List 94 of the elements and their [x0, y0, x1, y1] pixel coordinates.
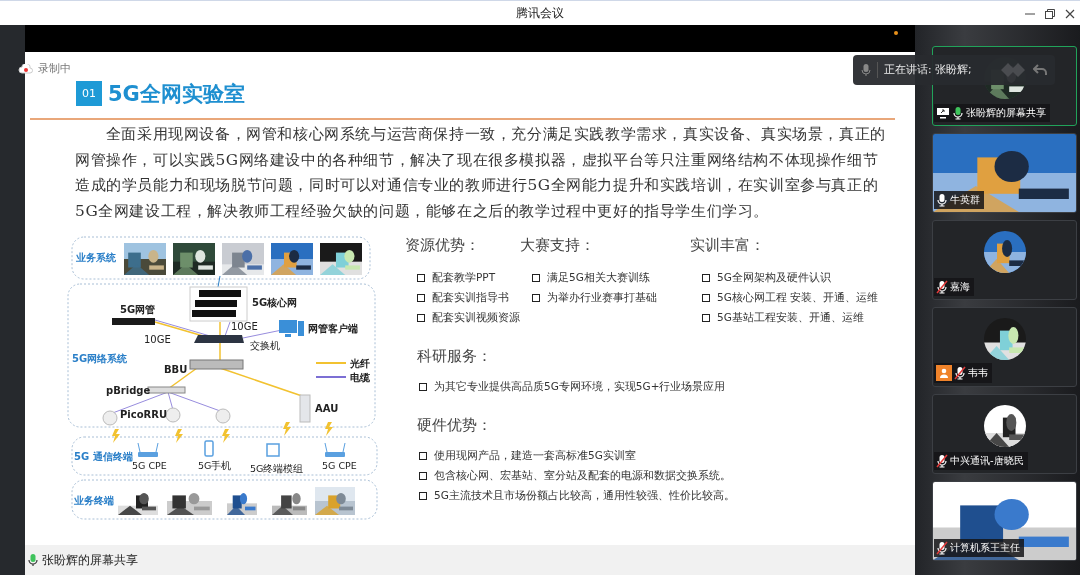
section-heading: 实训丰富：	[690, 236, 766, 256]
node-label: 5G网管	[120, 304, 156, 315]
node-label: 10GE	[144, 334, 171, 345]
fiber-line	[219, 321, 221, 337]
share-label: 张盼辉的屏幕共享	[42, 551, 138, 569]
feature-item: 为其它专业提供高品质5G专网环境，实现5G+行业场景应用	[434, 379, 726, 394]
node-label: 10GE	[231, 321, 258, 332]
back-arrow-icon[interactable]	[1033, 64, 1047, 76]
feature-item: 配套实训视频资源	[432, 310, 520, 325]
lightning-icon	[175, 429, 183, 443]
radio-unit-drawing	[215, 408, 231, 424]
section-heading: 大赛支持：	[520, 236, 596, 256]
video-tile[interactable]: 计算机系王主任	[932, 481, 1077, 561]
feature-item: 5G主流技术且市场份额占比较高，通用性较强、性价比较高。	[434, 488, 735, 503]
bullet-icon	[702, 313, 710, 322]
node-label: 5G核心网	[252, 297, 298, 308]
node-label: PicoRRU	[120, 409, 168, 420]
switch-drawing	[194, 335, 244, 343]
mic-icon	[27, 553, 39, 567]
participant-name: 牛英群	[950, 193, 980, 207]
section-heading: 硬件优势：	[417, 416, 493, 436]
recording-label: 录制中	[38, 62, 71, 76]
server-drawing	[112, 318, 155, 325]
status-dot	[894, 31, 898, 35]
participant-name: 张盼辉的屏幕共享	[966, 106, 1046, 120]
feature-item: 使用现网产品，建造一套高标准5G实训室	[434, 448, 636, 463]
antenna-drawing	[299, 394, 311, 423]
router-icon	[324, 442, 346, 457]
chip-icon	[266, 443, 280, 457]
feature-item: 包含核心网、宏基站、室分站及配套的电源和数据交换系统。	[434, 468, 731, 483]
mic-icon	[861, 63, 871, 77]
bullet-icon	[702, 293, 710, 302]
legend-label: 光纤	[350, 358, 370, 369]
feature-item: 5G核心网工程 安装、开通、运维	[717, 290, 879, 305]
video-tile[interactable]: 韦韦	[932, 307, 1077, 387]
section-heading: 科研服务：	[417, 347, 493, 367]
node-label: 交换机	[250, 340, 280, 351]
close-icon[interactable]	[1064, 7, 1076, 20]
bullet-icon	[417, 293, 425, 302]
bullet-icon	[417, 313, 425, 322]
lightning-icon	[325, 422, 333, 436]
bullet-icon	[419, 451, 427, 460]
node-label: BBU	[164, 364, 188, 375]
feature-item: 5G全网架构及硬件认识	[717, 270, 831, 285]
zone-label: 5G网络系统	[72, 353, 128, 364]
feature-item: 满足5G相关大赛训练	[547, 270, 650, 285]
radio-unit-drawing	[165, 407, 181, 423]
slide-paragraph: 全面采用现网设备，网管和核心网系统与运营商保持一致，充分满足实践教学需求，真实设备、真实场景，真正的网管操作，可以实践5G网络建设中的各种细节，解决了现在很多模拟器，虚拟平台等只注重网络结构不体现操作细节造成的学员能力和现场脱节问题，同时可以对通信专业的教师进行5G全网能力提升和实践培训，在实训室参与真正的5G全网建设工程，解决教师工程经验欠缺的问题，能够在之后的教学过程中更好的指导学生们学习。	[75, 124, 887, 222]
video-tile[interactable]: 中兴通讯-唐晓民	[932, 394, 1077, 474]
feature-item: 配套教学PPT	[432, 270, 496, 285]
participant-name: 中兴通讯-唐晓民	[950, 454, 1024, 468]
video-tile[interactable]: 嘉海	[932, 220, 1077, 300]
monitor-icon	[279, 320, 304, 337]
window-title: 腾讯会议	[516, 4, 564, 22]
cable-line	[224, 321, 231, 337]
radio-unit-drawing	[102, 410, 118, 426]
lightning-icon	[283, 422, 291, 436]
lightning-icon	[112, 429, 120, 443]
section-heading: 资源优势：	[405, 236, 481, 256]
phone-icon	[204, 440, 214, 457]
node-label: 网管客户端	[308, 323, 358, 334]
bbu-drawing	[189, 359, 244, 370]
zone-label: 5G 通信终端	[74, 451, 133, 462]
node-label: AAU	[315, 403, 339, 414]
terminal-label: 5G CPE	[132, 460, 167, 471]
bullet-icon	[419, 491, 427, 500]
bullet-icon	[419, 382, 427, 391]
participant-name: 计算机系王主任	[950, 541, 1020, 555]
terminal-label: 5G手机	[198, 460, 232, 471]
restore-icon[interactable]	[1044, 7, 1056, 20]
bullet-icon	[417, 273, 425, 282]
bullet-icon	[702, 273, 710, 282]
video-tile[interactable]: 牛英群	[932, 133, 1077, 213]
diamond-icon[interactable]	[1001, 63, 1027, 77]
bullet-icon	[419, 471, 427, 480]
server-rack-drawing	[189, 286, 248, 322]
feature-item: 5G基站工程安装、开通、运维	[717, 310, 864, 325]
legend-label: 电缆	[350, 372, 370, 383]
bullet-icon	[532, 273, 540, 282]
link-line	[217, 275, 221, 288]
terminal-label: 5G CPE	[322, 460, 357, 471]
feature-item: 为举办行业赛事打基础	[547, 290, 657, 305]
terminal-label: 5G终端模组	[250, 463, 304, 474]
router-icon	[137, 442, 159, 457]
section-number: 01	[76, 81, 102, 106]
feature-item: 配套实训指导书	[432, 290, 509, 305]
bullet-icon	[532, 293, 540, 302]
zone-label: 业务终端	[74, 495, 114, 506]
slide-title: 5G全网实验室	[108, 80, 245, 108]
zone-label: 业务系统	[76, 252, 116, 263]
node-label: pBridge	[106, 385, 151, 396]
participant-name: 嘉海	[950, 280, 970, 294]
lightning-icon	[222, 429, 230, 443]
participant-name: 韦韦	[968, 366, 988, 380]
